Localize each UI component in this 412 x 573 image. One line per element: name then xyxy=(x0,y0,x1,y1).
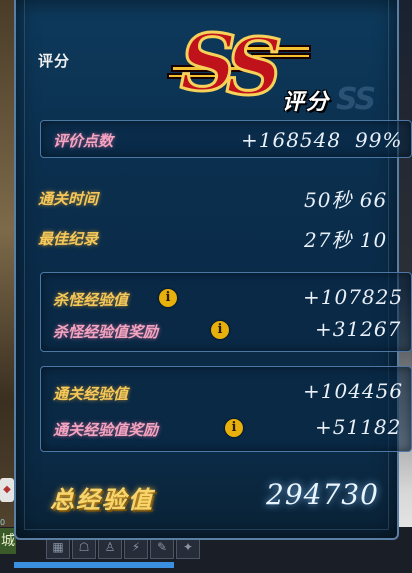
best-record-label: 最佳纪录 xyxy=(38,230,99,248)
clear-exp-label: 通关经验值 xyxy=(53,385,129,403)
grade-label: 评分 xyxy=(282,90,331,115)
kill-exp-value: +107825 xyxy=(303,285,404,309)
clear-time-label: 通关时间 xyxy=(38,190,99,208)
rating-points-percent: 99% xyxy=(355,128,403,152)
clear-exp-bonus-label: 通关经验值奖励 xyxy=(53,421,159,439)
panel-title: 评分 xyxy=(38,52,71,70)
best-record-value: 27秒 10 xyxy=(304,228,388,252)
clear-exp-value: +104456 xyxy=(303,379,404,403)
kill-exp-bonus-value: +31267 xyxy=(315,317,402,341)
background-watermark: SS xyxy=(336,82,376,117)
kill-exp-label: 杀怪经验值 xyxy=(53,291,129,309)
left-edge-badge: ◆ xyxy=(0,478,14,502)
rating-points-row: 评价点数 +168548 99% xyxy=(40,120,412,158)
score-panel: 评分 S S 评分 SS 评价点数 +168548 99% 通关时间 50秒 6… xyxy=(14,0,412,540)
clear-exp-bonus-info-icon[interactable]: i xyxy=(225,419,243,437)
clear-time-value: 50秒 66 xyxy=(304,188,388,212)
grade-letter-2: S xyxy=(226,22,282,113)
total-exp-label: 总经验值 xyxy=(50,486,154,514)
clear-exp-bonus-value: +51182 xyxy=(315,415,402,439)
rating-points-value: +168548 xyxy=(241,128,342,152)
rating-points-label: 评价点数 xyxy=(53,132,114,150)
total-exp-value: 294730 xyxy=(266,478,379,511)
kill-exp-bonus-info-icon[interactable]: i xyxy=(211,321,229,339)
kill-exp-box: 杀怪经验值 i +107825 杀怪经验值奖励 i +31267 xyxy=(40,272,412,352)
clear-exp-box: 通关经验值 +104456 通关经验值奖励 i +51182 xyxy=(40,366,412,452)
kill-exp-bonus-label: 杀怪经验值奖励 xyxy=(53,323,159,341)
kill-exp-info-icon[interactable]: i xyxy=(159,289,177,307)
experience-bar xyxy=(14,562,174,568)
